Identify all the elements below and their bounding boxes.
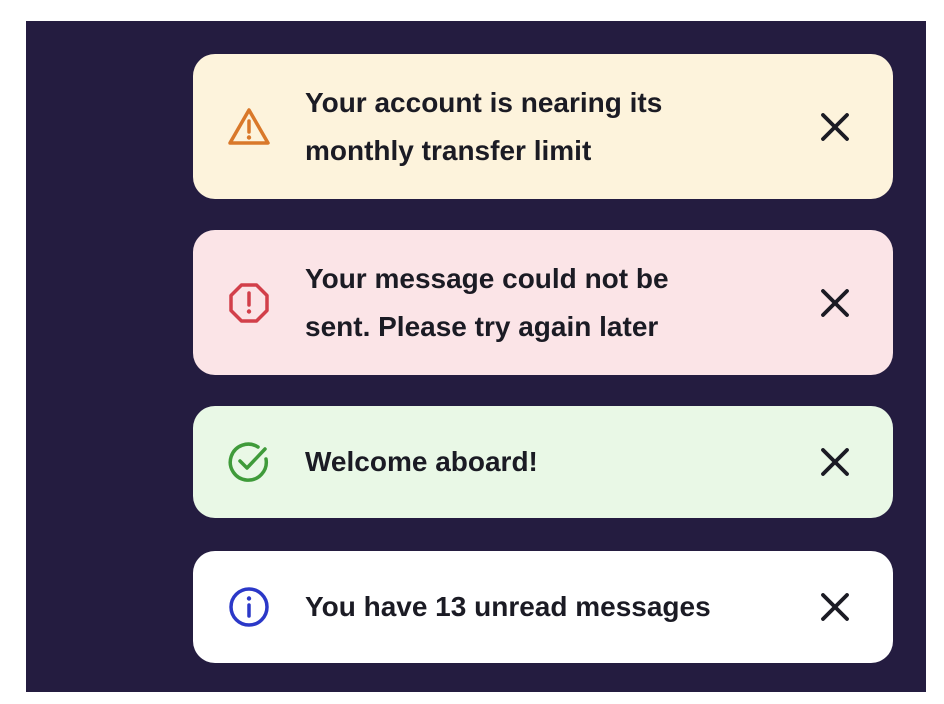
error-octagon-icon <box>223 277 275 329</box>
toast-error: Your message could not be sent. Please t… <box>193 230 893 375</box>
toast-message: You have 13 unread messages <box>305 591 711 622</box>
close-icon[interactable] <box>807 434 863 490</box>
info-circle-icon <box>223 581 275 633</box>
toast-success: Welcome aboard! <box>193 406 893 518</box>
toast-message: Your account is nearing its monthly tran… <box>305 86 663 166</box>
check-circle-icon <box>223 436 275 488</box>
toast-info: You have 13 unread messages <box>193 551 893 663</box>
close-icon[interactable] <box>807 275 863 331</box>
toast-message: Your message could not be sent. Please t… <box>305 262 669 342</box>
warning-triangle-icon <box>223 101 275 153</box>
toast-message: Welcome aboard! <box>305 446 538 477</box>
close-icon[interactable] <box>807 579 863 635</box>
close-icon[interactable] <box>807 99 863 155</box>
toast-warning: Your account is nearing its monthly tran… <box>193 54 893 199</box>
notification-area: Your account is nearing its monthly tran… <box>26 21 926 692</box>
